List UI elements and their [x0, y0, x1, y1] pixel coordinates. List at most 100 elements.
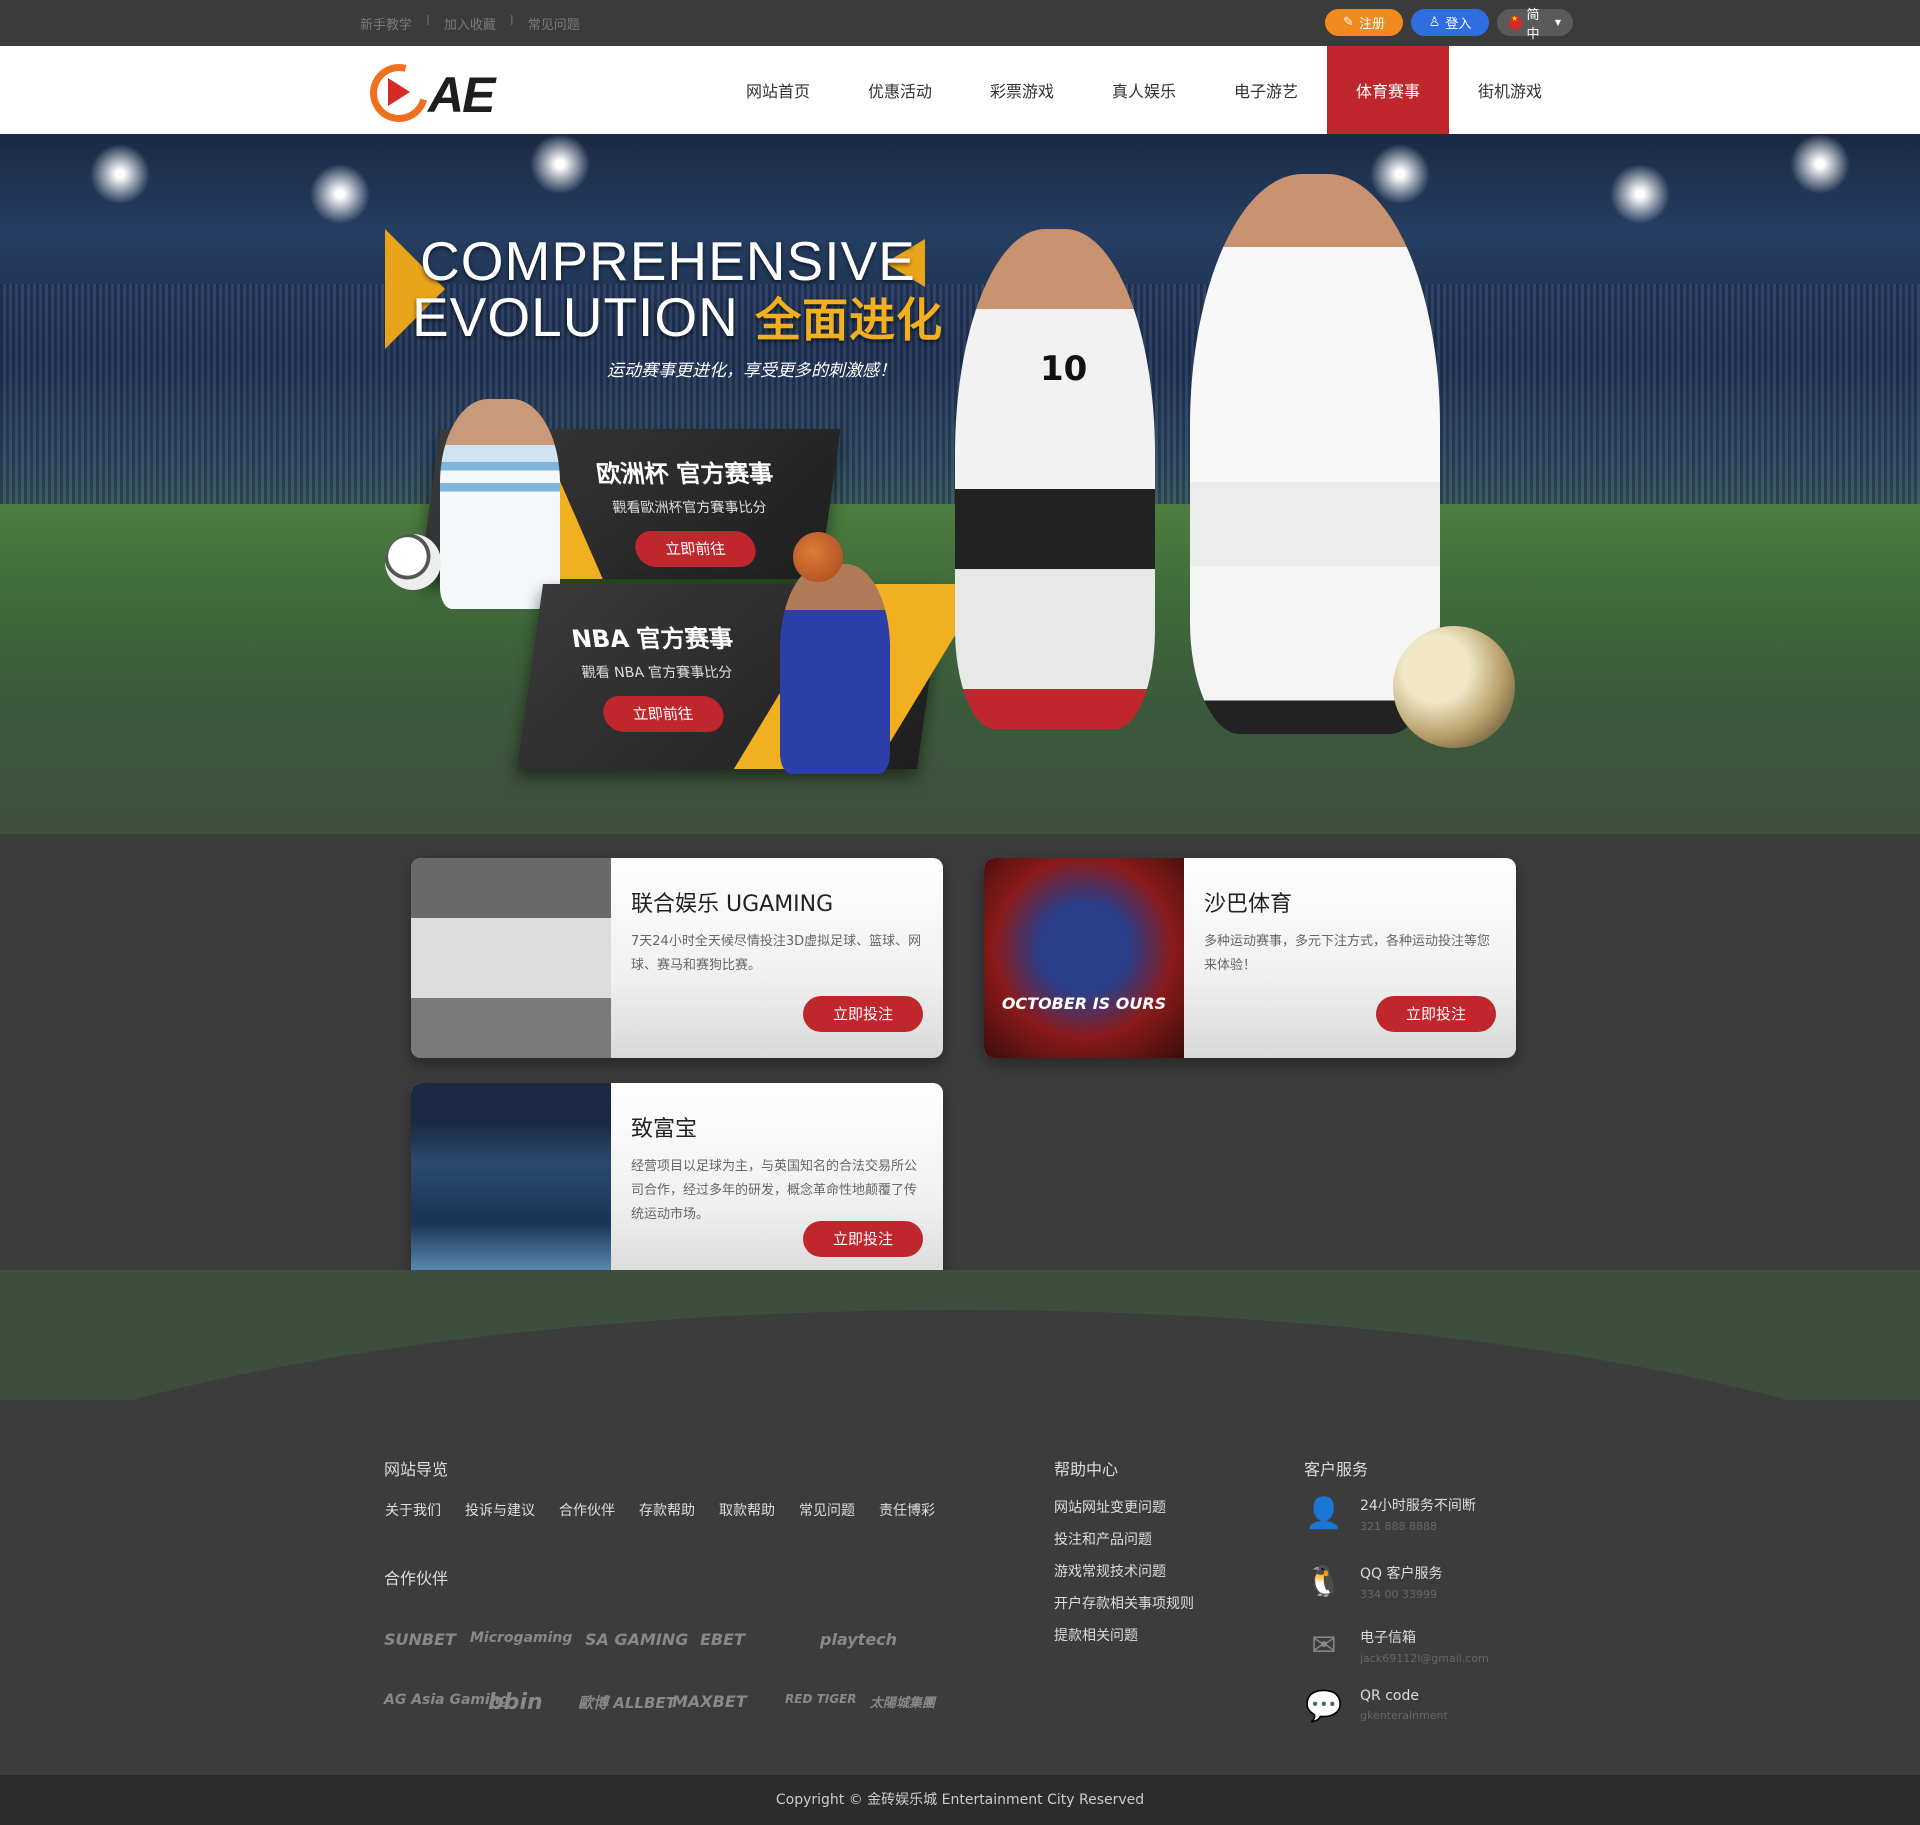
logo-text: AE — [428, 67, 495, 123]
partner-logo-bbin: bbin — [488, 1690, 543, 1715]
footer: 网站导览 关于我们 投诉与建议 合作伙伴 存款帮助 取款帮助 常见问题 责任博彩… — [0, 1400, 1920, 1775]
nav-slots[interactable]: 电子游艺 — [1205, 46, 1327, 134]
service-qq: 🐧 QQ 客户服务 334 00 33999 — [1305, 1563, 1443, 1602]
user-icon: ♙ — [1428, 15, 1441, 30]
help-link-betting[interactable]: 投注和产品问题 — [1054, 1524, 1194, 1556]
headline-line2: EVOLUTION 全面进化 — [412, 284, 943, 350]
shaba-image-text: OCTOBER IS OURS — [1001, 994, 1167, 1013]
ugaming-desc: 7天24小时全天候尽情投注3D虚拟足球、篮球、网球、赛马和赛狗比赛。 — [631, 934, 922, 973]
nba-promo-title: NBA 官方赛事 — [569, 625, 735, 653]
euro-promo-desc: 觀看歐洲杯官方賽事比分 — [611, 500, 768, 516]
partner-logo-sun-city: 太陽城集團 — [870, 1696, 936, 1711]
zhifubao-bet-button[interactable]: 立即投注 — [803, 1221, 923, 1257]
ugaming-image — [411, 858, 611, 1058]
partner-logo-sa-gaming: SA GAMING — [585, 1630, 689, 1649]
partners-heading: 合作伙伴 — [384, 1569, 449, 1588]
curry-figure — [780, 564, 890, 774]
partner-logo-maxbet: MAXBET — [672, 1692, 747, 1711]
login-label: 登入 — [1445, 17, 1472, 32]
service-qq-title: QQ 客户服务 — [1360, 1566, 1443, 1582]
shaba-sports-card: OCTOBER IS OURS 沙巴体育 多种运动赛事，多元下注方式，各种运动投… — [984, 858, 1516, 1058]
help-center-heading: 帮助中心 — [1054, 1460, 1119, 1479]
register-label: 注册 — [1358, 17, 1385, 32]
headline-word: EVOLUTION — [412, 286, 739, 348]
partner-logo-ebet: EBET — [700, 1630, 745, 1649]
help-link-url-change[interactable]: 网站网址变更问题 — [1054, 1492, 1194, 1524]
jersey-number: 10 — [1040, 349, 1087, 389]
mail-icon: ✉ — [1311, 1627, 1337, 1663]
footer-link-partners[interactable]: 合作伙伴 — [559, 1500, 615, 1520]
hero-banner: COMPREHENSIVE EVOLUTION 全面进化 运动赛事更进化，享受更… — [0, 134, 1920, 834]
top-bar: 新手教学 I 加入收藏 I 常见问题 ✎ 注册 ♙ 登入 简中 ▼ — [0, 0, 1920, 46]
faq-link[interactable]: 常见问题 — [528, 14, 580, 33]
service-qr-id: gkenteralnment — [1360, 1709, 1448, 1722]
player-figure-right — [1190, 174, 1440, 734]
nba-go-button[interactable]: 立即前往 — [600, 696, 726, 732]
nav-arcade[interactable]: 街机游戏 — [1449, 46, 1571, 134]
ugaming-bet-button[interactable]: 立即投注 — [803, 996, 923, 1032]
nav-live-casino[interactable]: 真人娱乐 — [1083, 46, 1205, 134]
nav-home[interactable]: 网站首页 — [717, 46, 839, 134]
shaba-bet-button[interactable]: 立即投注 — [1376, 996, 1496, 1032]
tutorial-link[interactable]: 新手教学 — [360, 14, 412, 33]
partner-logo-microgaming: Microgaming — [470, 1630, 573, 1646]
nav-sports[interactable]: 体育赛事 — [1327, 46, 1449, 134]
service-24h: 👤 24小时服务不间断 321 888 8888 — [1305, 1495, 1476, 1534]
footer-link-responsible[interactable]: 责任博彩 — [879, 1500, 935, 1520]
bookmark-link[interactable]: 加入收藏 — [444, 14, 496, 33]
edit-icon: ✎ — [1343, 15, 1354, 30]
service-24h-title: 24小时服务不间断 — [1360, 1498, 1476, 1514]
wechat-icon: 💬 — [1305, 1688, 1343, 1724]
footer-link-withdraw[interactable]: 取款帮助 — [719, 1500, 775, 1520]
separator: I — [426, 14, 430, 29]
register-button[interactable]: ✎ 注册 — [1325, 9, 1403, 36]
jersey-number-text: 10 — [1040, 349, 1088, 389]
service-qr-title: QR code — [1360, 1688, 1419, 1704]
nav-lottery[interactable]: 彩票游戏 — [961, 46, 1083, 134]
partner-logo-sunbet: SUNBET — [384, 1630, 456, 1649]
shaba-image: OCTOBER IS OURS — [984, 858, 1184, 1058]
help-link-account-deposit[interactable]: 开户存款相关事项规则 — [1054, 1588, 1194, 1620]
copyright: Copyright © 金砖娱乐城 Entertainment City Res… — [0, 1775, 1920, 1825]
euro-go-button[interactable]: 立即前往 — [632, 531, 758, 567]
separator: I — [509, 14, 514, 29]
headline-cn: 全面进化 — [755, 294, 944, 346]
shaba-title: 沙巴体育 — [1204, 892, 1293, 917]
language-select[interactable]: 简中 ▼ — [1497, 8, 1573, 42]
service-email: ✉ 电子信箱 jack69112l@gmail.com — [1306, 1627, 1489, 1666]
ugaming-card: 联合娱乐 UGAMING 7天24小时全天候尽情投注3D虚拟足球、篮球、网球、赛… — [411, 858, 943, 1058]
messi-figure — [440, 399, 560, 609]
site-logo[interactable]: AE — [359, 53, 510, 133]
customer-service-heading: 客户服务 — [1304, 1460, 1369, 1479]
nav-promotions[interactable]: 优惠活动 — [839, 46, 961, 134]
footer-link-about[interactable]: 关于我们 — [385, 1500, 441, 1520]
soccer-ball-icon — [1393, 626, 1515, 748]
football-icon — [385, 534, 441, 590]
main-nav: 网站首页 优惠活动 彩票游戏 真人娱乐 电子游艺 体育赛事 街机游戏 — [717, 46, 1571, 134]
footer-link-feedback[interactable]: 投诉与建议 — [465, 1500, 535, 1520]
zhifubao-card: 致富宝 经营项目以足球为主，与英国知名的合法交易所公司合作，经过多年的研发，概念… — [411, 1083, 943, 1283]
service-email-title: 电子信箱 — [1360, 1630, 1416, 1646]
section-divider-wave — [0, 1270, 1920, 1610]
shaba-desc: 多种运动赛事，多元下注方式，各种运动投注等您来体验！ — [1204, 934, 1491, 973]
nba-promo-content: NBA 官方赛事 觀看 NBA 官方賽事比分 立即前往 — [522, 619, 793, 732]
service-email-address[interactable]: jack69112l@gmail.com — [1360, 1652, 1489, 1665]
header: AE 网站首页 优惠活动 彩票游戏 真人娱乐 电子游艺 体育赛事 街机游戏 — [0, 46, 1920, 134]
partner-logo-allbet: 歐博 ALLBET — [578, 1694, 676, 1712]
partner-logo-red-tiger: RED TIGER — [785, 1692, 857, 1706]
footer-link-faq[interactable]: 常见问题 — [799, 1500, 855, 1520]
euro-promo-content: 欧洲杯 官方赛事 觀看歐洲杯官方賽事比分 立即前往 — [552, 454, 828, 567]
caret-down-icon: ▼ — [1554, 18, 1561, 27]
hero-subtitle: 运动赛事更进化，享受更多的刺激感！ — [607, 361, 896, 381]
account-buttons: ✎ 注册 ♙ 登入 简中 ▼ — [1325, 8, 1573, 42]
footer-link-deposit[interactable]: 存款帮助 — [639, 1500, 695, 1520]
login-button[interactable]: ♙ 登入 — [1411, 9, 1489, 36]
china-flag-icon — [1509, 14, 1522, 30]
service-24h-phone: 321 888 8888 — [1360, 1520, 1437, 1533]
help-link-technical[interactable]: 游戏常规技术问题 — [1054, 1556, 1194, 1588]
help-link-withdrawal[interactable]: 提款相关问题 — [1054, 1620, 1194, 1652]
language-label: 简中 — [1526, 7, 1540, 42]
zhifubao-image — [411, 1083, 611, 1283]
qq-icon: 🐧 — [1305, 1563, 1343, 1599]
logo-play-icon — [388, 78, 410, 106]
